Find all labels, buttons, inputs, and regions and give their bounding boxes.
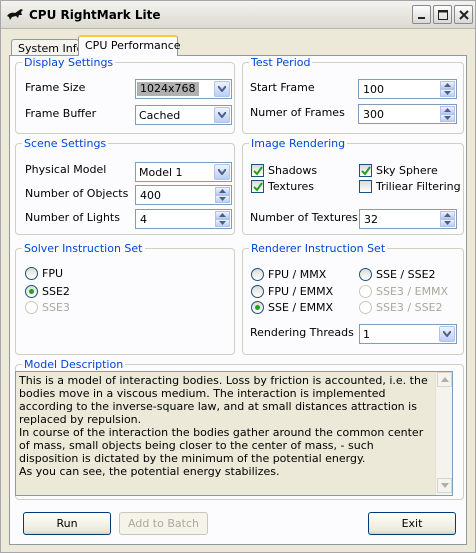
start-frame-spinner[interactable]: 100 xyxy=(358,79,457,99)
solver-group: Solver Instruction Set xyxy=(15,242,235,355)
description-paragraph: As you can see, the potential energy sta… xyxy=(19,465,280,478)
checkbox-box[interactable] xyxy=(359,180,372,193)
tab-cpu-performance[interactable]: CPU Performance xyxy=(78,35,181,56)
minimize-button[interactable] xyxy=(412,5,431,24)
rendering-threads-select[interactable]: 1 xyxy=(359,324,457,344)
radio-button[interactable] xyxy=(25,267,38,280)
scroll-down-icon[interactable] xyxy=(437,478,452,493)
chevron-down-icon xyxy=(214,164,230,180)
rendering-threads-value: 1 xyxy=(363,328,370,341)
scene-settings-title: Scene Settings xyxy=(24,137,107,150)
spin-up-icon[interactable] xyxy=(440,81,455,89)
radio-button[interactable] xyxy=(251,268,264,281)
spin-down-icon[interactable] xyxy=(440,89,455,97)
model-description-title: Model Description xyxy=(24,358,124,371)
solver-sse3-label: SSE3 xyxy=(42,301,70,314)
spin-down-icon[interactable] xyxy=(440,219,455,227)
num-objects-spinner[interactable]: 400 xyxy=(135,185,232,205)
run-button[interactable]: Run xyxy=(23,512,111,535)
frame-buffer-select[interactable]: Cached xyxy=(135,105,232,125)
frame-buffer-value: Cached xyxy=(139,109,181,122)
physical-model-value: Model 1 xyxy=(139,166,183,179)
frame-size-select[interactable]: 1024x768 xyxy=(135,79,232,99)
checkbox-box[interactable] xyxy=(251,180,264,193)
num-objects-label: Number of Objects xyxy=(25,187,129,200)
radio-button[interactable] xyxy=(251,285,264,298)
num-lights-label: Number of Lights xyxy=(25,211,120,224)
num-textures-label: Number of Textures xyxy=(250,211,358,224)
spin-up-icon[interactable] xyxy=(440,211,455,219)
sky-sphere-label: Sky Sphere xyxy=(376,164,438,177)
frame-size-value: 1024x768 xyxy=(137,82,199,96)
app-window: CPU RightMark Lite System Info CPU Perfo… xyxy=(0,0,476,553)
num-frames-label: Numer of Frames xyxy=(250,106,345,119)
num-textures-spinner[interactable]: 32 xyxy=(359,209,457,229)
renderer-fpu-mmx-label: FPU / MMX xyxy=(268,268,327,281)
num-lights-value: 4 xyxy=(140,213,147,226)
renderer-sse-emmx-label: SSE / EMMX xyxy=(268,301,334,314)
renderer-sse-sse2-label: SSE / SSE2 xyxy=(376,268,436,281)
num-objects-value: 400 xyxy=(140,189,161,202)
description-paragraph: In course of the interaction the bodies … xyxy=(19,426,424,465)
textures-label: Textures xyxy=(268,180,314,193)
chevron-down-icon xyxy=(214,107,230,123)
renderer-fpu-emmx-label: FPU / EMMX xyxy=(268,285,334,298)
solver-fpu-label: FPU xyxy=(42,267,64,280)
renderer-sse3-sse2-label: SSE3 / SSE2 xyxy=(376,301,443,314)
shadows-label: Shadows xyxy=(268,164,318,177)
tab-system-info[interactable]: System Info xyxy=(11,39,83,56)
start-frame-value: 100 xyxy=(363,83,384,96)
spin-down-icon[interactable] xyxy=(215,219,230,227)
exit-button[interactable]: Exit xyxy=(368,512,456,535)
start-frame-label: Start Frame xyxy=(250,81,315,94)
model-description-text[interactable]: This is a model of interacting bodies. L… xyxy=(15,371,453,496)
trilinear-label: Triliear Filtering xyxy=(376,180,461,193)
solver-title: Solver Instruction Set xyxy=(24,242,143,255)
renderer-sse3-emmx-label: SSE3 / EMMX xyxy=(376,285,449,298)
chevron-down-icon xyxy=(439,326,455,342)
radio-button[interactable] xyxy=(251,301,264,314)
close-button[interactable] xyxy=(454,5,473,24)
test-period-title: Test Period xyxy=(251,56,311,69)
panther-icon xyxy=(7,9,23,20)
frame-buffer-label: Frame Buffer xyxy=(25,107,97,120)
maximize-button[interactable] xyxy=(433,5,452,24)
num-lights-spinner[interactable]: 4 xyxy=(135,209,232,229)
solver-sse2-label: SSE2 xyxy=(42,285,70,298)
image-rendering-title: Image Rendering xyxy=(251,137,346,150)
description-paragraph: This is a model of interacting bodies. L… xyxy=(19,374,428,426)
window-title: CPU RightMark Lite xyxy=(29,8,161,22)
radio-button[interactable] xyxy=(359,268,372,281)
checkbox-box[interactable] xyxy=(359,164,372,177)
spin-down-icon[interactable] xyxy=(440,114,455,122)
radio-button xyxy=(359,301,372,314)
num-frames-value: 300 xyxy=(363,108,384,121)
minimize-icon xyxy=(418,17,425,19)
add-to-batch-button[interactable]: Add to Batch xyxy=(119,512,208,535)
spin-up-icon[interactable] xyxy=(215,187,230,195)
renderer-title: Renderer Instruction Set xyxy=(251,242,386,255)
title-bar: CPU RightMark Lite xyxy=(1,1,475,29)
spin-down-icon[interactable] xyxy=(215,195,230,203)
physical-model-select[interactable]: Model 1 xyxy=(135,162,232,182)
checkbox-box[interactable] xyxy=(251,164,264,177)
description-scrollbar[interactable] xyxy=(435,372,452,495)
num-textures-value: 32 xyxy=(364,213,378,226)
radio-button xyxy=(359,285,372,298)
physical-model-label: Physical Model xyxy=(25,163,107,176)
frame-size-label: Frame Size xyxy=(25,81,86,94)
radio-button xyxy=(25,301,38,314)
scroll-up-icon[interactable] xyxy=(437,372,452,387)
num-frames-spinner[interactable]: 300 xyxy=(358,104,457,124)
spin-up-icon[interactable] xyxy=(215,211,230,219)
chevron-down-icon xyxy=(214,81,230,97)
radio-button[interactable] xyxy=(25,285,38,298)
close-icon xyxy=(459,10,469,20)
spin-up-icon[interactable] xyxy=(440,106,455,114)
display-settings-title: Display Settings xyxy=(24,56,114,69)
rendering-threads-label: Rendering Threads xyxy=(250,326,354,339)
maximize-icon xyxy=(438,10,448,20)
